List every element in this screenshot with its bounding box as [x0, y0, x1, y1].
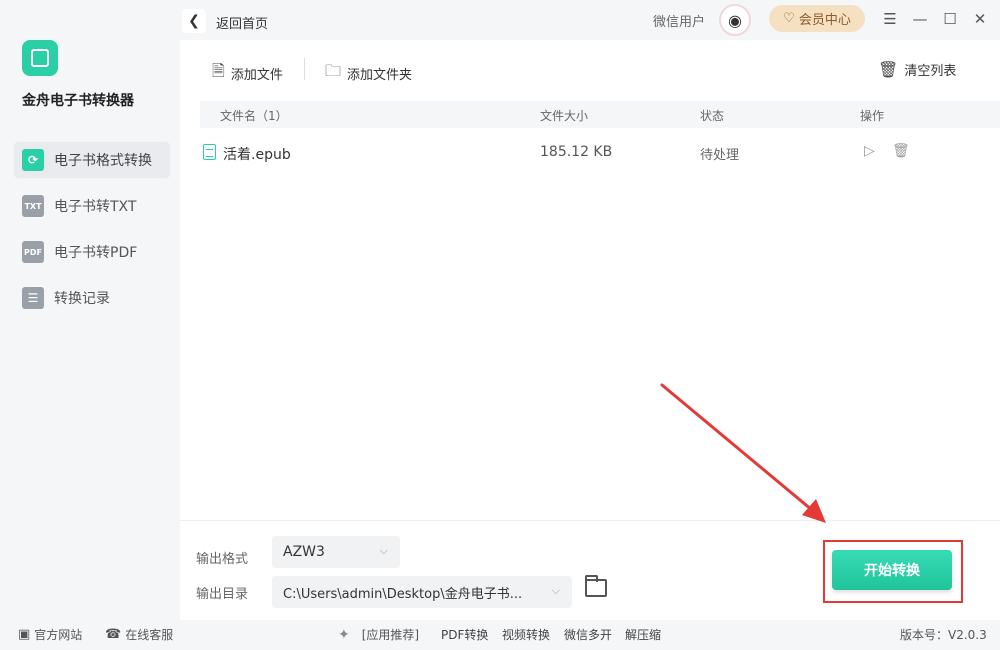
footer-link-pdf[interactable]: PDF转换 — [441, 626, 488, 643]
clear-list-label: 清空列表 — [904, 64, 957, 79]
maximize-button[interactable]: ☐ — [940, 9, 960, 29]
back-home-link[interactable]: 返回首页 — [216, 13, 268, 32]
maximize-icon: ☐ — [943, 10, 957, 28]
chevron-down-icon: ⌵ — [551, 584, 560, 597]
file-size: 185.12 KB — [540, 144, 613, 160]
output-format-label: 输出格式 — [196, 552, 249, 567]
menu-icon: ☰ — [883, 10, 897, 28]
app-recommend: ✦ [应用推荐] — [338, 626, 419, 643]
file-name: 活着.epub — [223, 147, 291, 163]
add-folder-icon: 🗀 — [325, 61, 342, 80]
monitor-icon: ▣ — [18, 627, 31, 642]
delete-icon[interactable]: 🗑 — [892, 143, 910, 159]
column-status: 状态 — [700, 109, 725, 123]
footer-link-video[interactable]: 视频转换 — [502, 626, 550, 643]
output-dir-value: C:\Users\admin\Desktop\金舟电子书... — [283, 586, 523, 602]
footer-link-wechat[interactable]: 微信多开 — [564, 626, 612, 643]
file-status: 待处理 — [700, 148, 740, 163]
rocket-icon: ✦ — [338, 626, 350, 643]
sidebar-item-format-convert[interactable]: ⟳ 电子书格式转换 — [14, 142, 170, 178]
output-format-value: AZW3 — [283, 544, 325, 560]
refresh-icon: ⟳ — [22, 149, 44, 171]
minimize-icon: — — [912, 10, 928, 28]
vip-center-label: 会员中心 — [798, 13, 851, 28]
thumbs-up-icon: ♡ — [783, 11, 795, 26]
sidebar-item-history[interactable]: ☰ 转换记录 — [14, 280, 170, 316]
output-dir-label: 输出目录 — [196, 587, 249, 602]
sidebar-item-label: 电子书转TXT — [54, 199, 137, 215]
sidebar-item-label: 转换记录 — [54, 291, 110, 307]
sidebar-item-to-txt[interactable]: TXT 电子书转TXT — [14, 188, 170, 224]
official-website-label: 官方网站 — [34, 628, 83, 642]
sidebar-item-label: 电子书格式转换 — [54, 153, 152, 169]
user-name: 微信用户 — [653, 15, 706, 30]
back-button[interactable]: ❮ — [182, 9, 206, 33]
version-label: 版本号：V2.0.3 — [900, 628, 987, 642]
add-folder-label: 添加文件夹 — [347, 68, 413, 83]
close-button[interactable]: ✕ — [970, 9, 990, 29]
column-name: 文件名（1） — [220, 109, 288, 123]
online-service-link[interactable]: ☎ 在线客服 — [105, 626, 173, 643]
table-header: 文件名（1） 文件大小 状态 操作 — [200, 101, 1000, 128]
app-name: 金舟电子书转换器 — [22, 93, 134, 109]
app-recommend-label: [应用推荐] — [361, 628, 420, 642]
table-row: 活着.epub 185.12 KB 待处理 ▷ 🗑 — [200, 140, 1000, 166]
app-logo — [22, 40, 58, 76]
txt-icon: TXT — [22, 195, 44, 217]
chevron-left-icon: ❮ — [188, 13, 200, 29]
folder-icon[interactable] — [585, 575, 607, 597]
pdf-icon: PDF — [22, 241, 44, 263]
chevron-down-icon: ⌵ — [379, 544, 388, 557]
add-folder-button[interactable]: 🗀 添加文件夹 — [325, 60, 412, 87]
column-action: 操作 — [860, 109, 885, 123]
annotation-arrow — [660, 383, 826, 523]
list-icon: ☰ — [22, 287, 44, 309]
column-size: 文件大小 — [540, 109, 589, 123]
toolbar-divider — [304, 58, 305, 80]
clear-list-button[interactable]: 🗑 清空列表 — [878, 60, 956, 79]
panda-icon: ◉ — [728, 10, 742, 30]
add-file-icon: 🗎 — [212, 61, 225, 80]
headset-icon: ☎ — [105, 627, 122, 642]
book-icon — [31, 49, 49, 67]
sidebar-item-label: 电子书转PDF — [54, 245, 138, 261]
add-file-label: 添加文件 — [230, 68, 283, 83]
output-dir-select[interactable]: C:\Users\admin\Desktop\金舟电子书... ⌵ — [272, 576, 572, 608]
add-file-button[interactable]: 🗎 添加文件 — [212, 60, 283, 87]
official-website-link[interactable]: ▣ 官方网站 — [18, 626, 82, 643]
output-format-select[interactable]: AZW3 ⌵ — [272, 536, 400, 568]
close-icon: ✕ — [973, 10, 987, 28]
start-convert-button[interactable]: 开始转换 — [832, 550, 952, 590]
epub-file-icon — [203, 144, 216, 160]
minimize-button[interactable]: — — [910, 9, 930, 29]
menu-button[interactable]: ☰ — [880, 9, 900, 29]
avatar[interactable]: ◉ — [719, 4, 751, 36]
sidebar-item-to-pdf[interactable]: PDF 电子书转PDF — [14, 234, 170, 270]
vip-center-button[interactable]: ♡ 会员中心 — [769, 5, 865, 32]
footer-link-unzip[interactable]: 解压缩 — [625, 626, 661, 643]
play-icon[interactable]: ▷ — [864, 143, 875, 159]
online-service-label: 在线客服 — [125, 628, 174, 642]
trash-icon: 🗑 — [878, 60, 899, 79]
